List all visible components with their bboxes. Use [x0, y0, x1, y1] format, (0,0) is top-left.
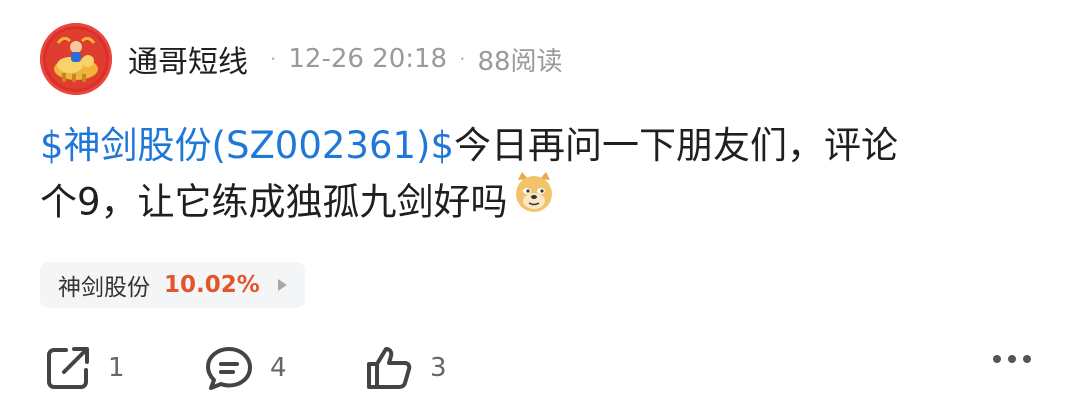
more-dot [1008, 355, 1016, 363]
post-content: $神剑股份(SZ002361)$今日再问一下朋友们，评论 个9，让它练成独孤九剑… [40, 118, 1040, 234]
comment-icon [206, 347, 252, 390]
content-line-1: $神剑股份(SZ002361)$今日再问一下朋友们，评论 [40, 118, 1040, 174]
share-icon [47, 347, 89, 389]
content-line-2: 个9，让它练成独孤九剑好吗 [40, 172, 1040, 234]
share-button[interactable]: 1 [44, 344, 125, 392]
content-text: 今日再问一下朋友们，评论 [454, 124, 899, 167]
action-bar: 1 4 3 [0, 336, 1079, 396]
post-timestamp: 12-26 20:18 [288, 44, 448, 74]
avatar[interactable] [40, 23, 112, 95]
content-text: 个9，让它练成独孤九剑好吗 [40, 180, 508, 224]
meta-separator: · [270, 47, 277, 71]
more-dot [1023, 355, 1031, 363]
stock-tag[interactable]: 神剑股份 10.02% [40, 262, 305, 308]
more-icon[interactable] [993, 355, 1031, 363]
like-icon [367, 347, 412, 389]
like-count: 3 [430, 353, 447, 383]
meta-separator: · [459, 47, 466, 71]
post-meta: · 12-26 20:18 · 88阅读 [258, 41, 563, 78]
like-button[interactable]: 3 [364, 344, 447, 392]
more-dot [993, 355, 1001, 363]
view-count: 88阅读 [477, 46, 563, 77]
stock-link[interactable]: $神剑股份(SZ002361)$ [40, 124, 454, 167]
author-name[interactable]: 通哥短线 [128, 37, 248, 81]
stock-tag-name: 神剑股份 [58, 275, 150, 301]
doge-emoji-icon [512, 170, 556, 230]
avatar-ox-icon [46, 29, 106, 89]
comment-button[interactable]: 4 [204, 344, 287, 392]
share-count: 1 [108, 353, 125, 383]
comment-count: 4 [270, 353, 287, 383]
play-arrow-icon [277, 279, 287, 291]
post-header: 通哥短线 · 12-26 20:18 · 88阅读 [40, 22, 563, 96]
stock-tag-change: 10.02% [164, 272, 260, 298]
